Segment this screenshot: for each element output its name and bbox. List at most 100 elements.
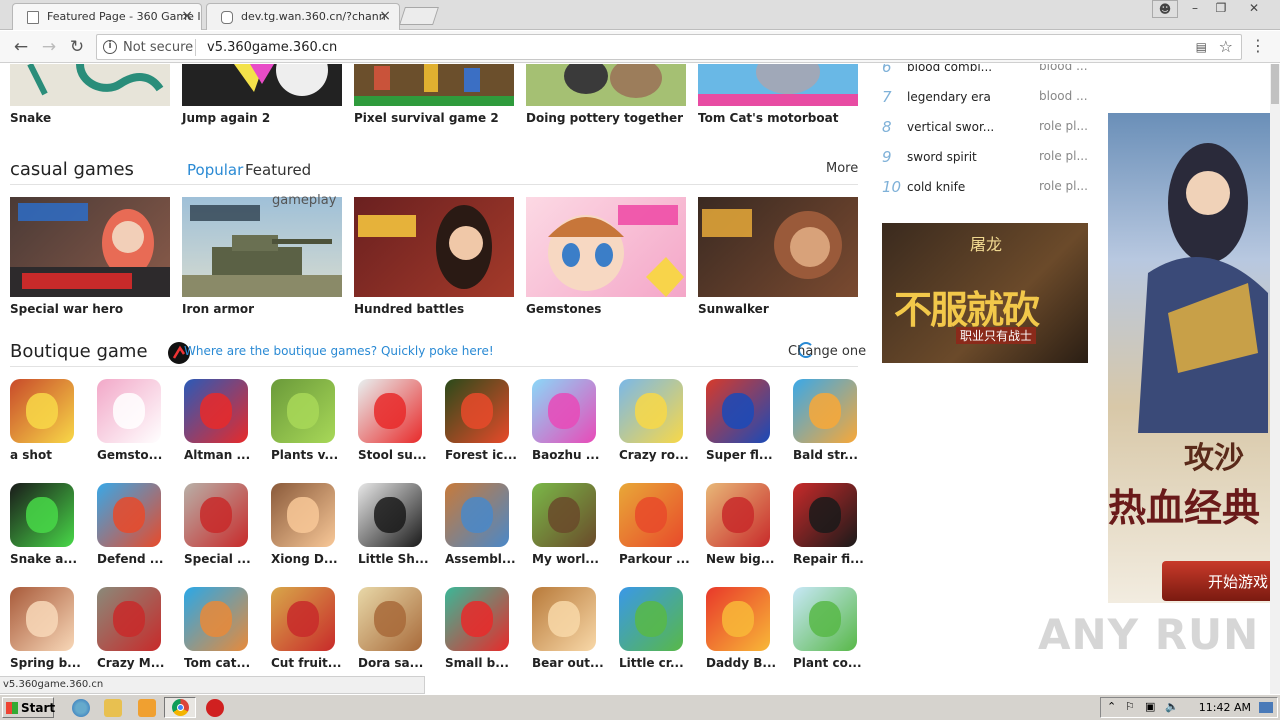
stop-icon[interactable] — [206, 699, 224, 717]
restore-button[interactable]: ❐ — [1208, 0, 1234, 18]
game-icon-label[interactable]: Super fl... — [706, 448, 773, 462]
tab-popular[interactable]: Popular — [187, 161, 243, 179]
reload-button[interactable]: ↻ — [66, 36, 88, 58]
close-icon[interactable]: × — [379, 8, 391, 24]
game-icon[interactable] — [10, 483, 74, 547]
game-thumbnail[interactable] — [698, 64, 858, 106]
menu-icon[interactable]: ⋮ — [1250, 37, 1266, 55]
game-icon[interactable] — [706, 587, 770, 651]
side-ad[interactable]: 攻沙 热血经典 开始游戏 — [1108, 113, 1270, 603]
game-icon-label[interactable]: Bald str... — [793, 448, 858, 462]
scrollbar-thumb[interactable] — [1271, 64, 1279, 104]
game-icon[interactable] — [184, 379, 248, 443]
folder-icon[interactable] — [104, 699, 122, 717]
game-title[interactable]: Iron armor — [182, 302, 254, 316]
game-icon-label[interactable]: Snake a... — [10, 552, 77, 566]
rank-game-name[interactable]: cold knife — [907, 180, 965, 194]
game-icon[interactable] — [532, 483, 596, 547]
game-icon-label[interactable]: Small b... — [445, 656, 509, 670]
volume-icon[interactable]: 🔈 — [1165, 700, 1179, 713]
game-icon[interactable] — [184, 483, 248, 547]
game-icon-label[interactable]: Spring b... — [10, 656, 81, 670]
game-icon-label[interactable]: a shot — [10, 448, 52, 462]
game-icon-label[interactable]: My worl... — [532, 552, 599, 566]
game-icon[interactable] — [619, 379, 683, 443]
game-icon-label[interactable]: Cut fruit... — [271, 656, 341, 670]
translate-icon[interactable]: ▤ — [1196, 40, 1207, 54]
clock[interactable]: 11:42 AM — [1199, 701, 1251, 714]
forward-button[interactable]: → — [38, 36, 60, 58]
rank-game-name[interactable]: legendary era — [907, 90, 991, 104]
game-icon-label[interactable]: Bear out... — [532, 656, 604, 670]
game-icon-label[interactable]: Repair fi... — [793, 552, 864, 566]
game-icon[interactable] — [97, 379, 161, 443]
game-icon[interactable] — [793, 483, 857, 547]
game-title[interactable]: Special war hero — [10, 302, 123, 316]
tab-featured[interactable]: Featured — [245, 161, 311, 179]
game-icon-label[interactable]: Gemsto... — [97, 448, 162, 462]
game-icon[interactable] — [358, 379, 422, 443]
game-icon-label[interactable]: Baozhu ... — [532, 448, 599, 462]
game-thumbnail[interactable] — [10, 64, 170, 106]
banner-ad[interactable]: 屠龙 不服就砍 职业只有战士 — [882, 223, 1088, 363]
rank-game-name[interactable]: sword spirit — [907, 150, 977, 164]
game-title[interactable]: Doing pottery together — [526, 111, 683, 125]
info-icon[interactable]: i — [103, 40, 117, 54]
game-icon-label[interactable]: Daddy B... — [706, 656, 776, 670]
game-thumbnail[interactable] — [10, 197, 170, 297]
game-thumbnail[interactable] — [182, 64, 342, 106]
game-icon-label[interactable]: Assembl... — [445, 552, 516, 566]
game-icon-label[interactable]: Stool su... — [358, 448, 427, 462]
url-text[interactable]: v5.360game.360.cn — [207, 40, 337, 55]
tab-featured-page[interactable]: Featured Page - 360 Game I × — [12, 3, 202, 30]
game-icon[interactable] — [706, 379, 770, 443]
close-window-button[interactable]: ✕ — [1240, 0, 1268, 18]
game-icon[interactable] — [10, 587, 74, 651]
game-icon[interactable] — [793, 379, 857, 443]
rank-game-name[interactable]: blood combi... — [907, 64, 992, 74]
game-title[interactable]: Pixel survival game 2 — [354, 111, 499, 125]
game-icon-label[interactable]: Parkour ... — [619, 552, 690, 566]
boutique-link[interactable]: Where are the boutique games? Quickly po… — [184, 344, 494, 358]
vertical-scrollbar[interactable] — [1270, 64, 1280, 694]
change-one-link[interactable]: Change one — [788, 344, 866, 359]
game-icon[interactable] — [619, 587, 683, 651]
bookmark-star-icon[interactable]: ☆ — [1219, 37, 1233, 56]
game-icon-label[interactable]: Plants v... — [271, 448, 338, 462]
game-icon-label[interactable]: New big... — [706, 552, 774, 566]
game-thumbnail[interactable] — [354, 64, 514, 106]
game-thumbnail[interactable] — [526, 64, 686, 106]
game-icon[interactable] — [10, 379, 74, 443]
game-thumbnail[interactable] — [182, 197, 342, 297]
game-icon[interactable] — [271, 483, 335, 547]
game-icon[interactable] — [358, 587, 422, 651]
game-title[interactable]: Jump again 2 — [182, 111, 270, 125]
game-icon[interactable] — [619, 483, 683, 547]
game-icon-label[interactable]: Little cr... — [619, 656, 684, 670]
game-icon[interactable] — [445, 587, 509, 651]
rank-game-name[interactable]: vertical swor... — [907, 120, 994, 134]
game-icon-label[interactable]: Crazy M... — [97, 656, 164, 670]
tab-dev-tg[interactable]: dev.tg.wan.360.cn/?chann × — [206, 3, 400, 30]
address-bar[interactable]: i Not secure v5.360game.360.cn ▤ ☆ — [96, 34, 1242, 60]
game-title[interactable]: Tom Cat's motorboat — [698, 111, 838, 125]
game-icon[interactable] — [271, 587, 335, 651]
game-icon[interactable] — [97, 587, 161, 651]
game-thumbnail[interactable] — [354, 197, 514, 297]
game-icon[interactable] — [271, 379, 335, 443]
game-title[interactable]: Gemstones — [526, 302, 601, 316]
game-icon[interactable] — [532, 587, 596, 651]
media-player-icon[interactable] — [138, 699, 156, 717]
start-game-button[interactable]: 开始游戏 — [1162, 561, 1270, 601]
game-icon[interactable] — [445, 379, 509, 443]
start-button[interactable]: Start — [2, 697, 55, 718]
game-thumbnail[interactable] — [526, 197, 686, 297]
game-icon[interactable] — [445, 483, 509, 547]
new-tab-button[interactable] — [399, 7, 439, 25]
game-title[interactable]: Snake — [10, 111, 51, 125]
game-icon-label[interactable]: Special ... — [184, 552, 251, 566]
game-title[interactable]: Hundred battles — [354, 302, 464, 316]
game-title[interactable]: Sunwalker — [698, 302, 769, 316]
game-icon-label[interactable]: Altman ... — [184, 448, 250, 462]
game-icon[interactable] — [532, 379, 596, 443]
